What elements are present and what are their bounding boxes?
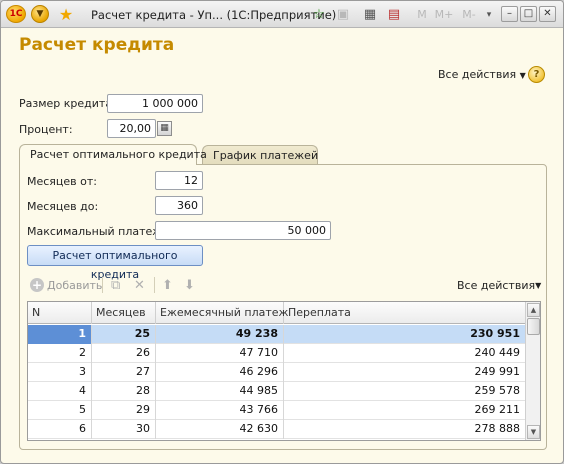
title-bar: 1C ▼ ★ Расчет кредита - Уп... (1С:Предпр… (1, 1, 563, 28)
table-row[interactable]: 4 28 44 985 259 578 (28, 382, 526, 401)
cell-n: 3 (28, 363, 92, 382)
add-button[interactable]: + Добавить (30, 277, 102, 293)
copy-icon[interactable]: ⧉ (111, 277, 120, 293)
cell-months: 25 (92, 325, 156, 344)
table-row[interactable]: 5 29 43 766 269 211 (28, 401, 526, 420)
calendar-icon[interactable]: ▤ (385, 5, 403, 24)
memory-m-icon[interactable]: M (413, 5, 431, 24)
results-table[interactable]: N Месяцев Ежемесячный платеж Переплата 1… (27, 301, 541, 441)
all-actions-menu[interactable]: Все действия ▼ (438, 68, 526, 81)
cell-months: 29 (92, 401, 156, 420)
minimize-icon[interactable]: – (501, 6, 518, 22)
cell-n: 6 (28, 420, 92, 439)
max-payment-label: Максимальный платеж: (27, 225, 166, 238)
max-payment-field[interactable]: 50 000 (155, 221, 331, 240)
calculator-icon[interactable]: ▦ (157, 121, 172, 136)
scroll-up-icon[interactable]: ▲ (527, 303, 540, 317)
months-to-label: Месяцев до: (27, 200, 99, 213)
cell-n: 2 (28, 344, 92, 363)
close-icon[interactable]: ✕ (539, 6, 556, 22)
cell-overpay: 249 991 (284, 363, 526, 382)
move-up-icon[interactable]: ⬆ (162, 277, 173, 293)
cell-overpay: 240 449 (284, 344, 526, 363)
toolbar-divider (102, 277, 103, 293)
cell-n: 1 (28, 325, 92, 344)
cell-months: 30 (92, 420, 156, 439)
months-to-field[interactable]: 360 (155, 196, 203, 215)
memory-plus-icon[interactable]: M+ (433, 5, 455, 24)
dropdown-arrow-icon[interactable]: ▾ (480, 5, 498, 24)
cell-overpay: 230 951 (284, 325, 526, 344)
cell-n: 4 (28, 382, 92, 401)
column-header-overpay[interactable]: Переплата (284, 302, 526, 324)
cell-months: 26 (92, 344, 156, 363)
column-header-n[interactable]: N (28, 302, 92, 324)
column-header-payment[interactable]: Ежемесячный платеж (156, 302, 288, 324)
cell-payment: 43 766 (156, 401, 284, 420)
table-row[interactable]: 2 26 47 710 240 449 (28, 344, 526, 363)
table-header: N Месяцев Ежемесячный платеж Переплата (28, 302, 526, 324)
cell-payment: 42 630 (156, 420, 284, 439)
add-label: Добавить (47, 278, 103, 292)
percent-field[interactable]: 20,00 (107, 119, 156, 138)
add-icon: + (30, 278, 44, 292)
1c-logo-icon[interactable]: 1C (6, 5, 26, 23)
cell-overpay: 278 888 (284, 420, 526, 439)
table-all-actions-menu[interactable]: Все действия ▼ (457, 277, 541, 293)
cell-months: 27 (92, 363, 156, 382)
delete-icon[interactable]: ✕ (134, 277, 145, 293)
cell-n: 5 (28, 401, 92, 420)
percent-label: Процент: (19, 123, 73, 136)
cell-overpay: 269 211 (284, 401, 526, 420)
tab-payment-schedule[interactable]: График платежей (202, 145, 318, 165)
months-from-field[interactable]: 12 (155, 171, 203, 190)
chevron-down-icon: ▼ (535, 280, 542, 290)
cell-overpay: 259 578 (284, 382, 526, 401)
toolbar-divider (154, 277, 155, 293)
window-title: Расчет кредита - Уп... (1С:Предприятие) (91, 7, 337, 22)
tab-optimal-credit[interactable]: Расчет оптимального кредита (19, 144, 207, 165)
calculator-icon[interactable]: ▦ (361, 5, 379, 24)
all-actions-label: Все действия (438, 68, 517, 81)
help-button[interactable]: ? (528, 66, 545, 83)
cell-months: 28 (92, 382, 156, 401)
cell-payment: 46 296 (156, 363, 284, 382)
table-row[interactable]: 1 25 49 238 230 951 (28, 325, 526, 344)
maximize-icon[interactable]: □ (520, 6, 537, 22)
loan-size-label: Размер кредита: (19, 97, 116, 110)
table-row[interactable]: 6 30 42 630 278 888 (28, 420, 526, 439)
vertical-scrollbar[interactable]: ▲ ▼ (525, 302, 540, 440)
main-menu-icon[interactable]: ▼ (31, 5, 49, 23)
loan-size-field[interactable]: 1 000 000 (107, 94, 203, 113)
cell-payment: 44 985 (156, 382, 284, 401)
cell-payment: 47 710 (156, 344, 284, 363)
months-from-label: Месяцев от: (27, 175, 98, 188)
scroll-down-icon[interactable]: ▼ (527, 425, 540, 439)
history-icon[interactable]: ▣ (334, 5, 352, 24)
cell-payment: 49 238 (156, 325, 284, 344)
app-window: 1C ▼ ★ Расчет кредита - Уп... (1С:Предпр… (0, 0, 564, 464)
memory-minus-icon[interactable]: M- (458, 5, 480, 24)
calculate-optimal-button[interactable]: Расчет оптимального кредита (27, 245, 203, 281)
table-all-actions-label: Все действия (457, 278, 536, 292)
scroll-thumb[interactable] (527, 318, 540, 335)
favorites-star-icon[interactable]: ★ (57, 5, 75, 24)
table-row[interactable]: 3 27 46 296 249 991 (28, 363, 526, 382)
add-favorite-icon[interactable]: ☆ (310, 5, 328, 24)
column-header-months[interactable]: Месяцев (92, 302, 156, 324)
chevron-down-icon: ▼ (519, 71, 526, 80)
move-down-icon[interactable]: ⬇ (184, 277, 195, 293)
page-title: Расчет кредита (19, 35, 175, 55)
